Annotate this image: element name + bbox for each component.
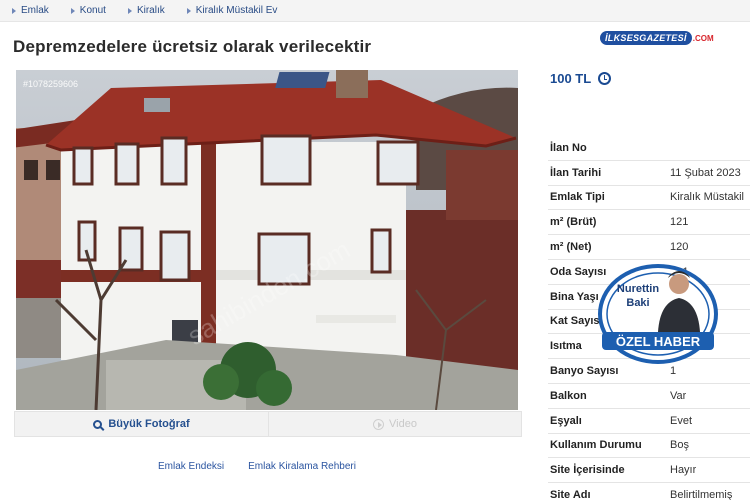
photo-toolbar: Büyük Fotoğraf Video (14, 411, 522, 437)
detail-key: Site İçerisinde (550, 464, 625, 477)
detail-row: m² (Brüt) 121 (548, 210, 750, 236)
breadcrumb-label[interactable]: Kiralık Müstakil Ev (196, 5, 278, 16)
badge-first-name: Nurettin (617, 283, 659, 295)
detail-value: Var (670, 389, 687, 402)
ozel-haber-badge: Nurettin Baki ÖZEL HABER (598, 264, 718, 364)
breadcrumb-label[interactable]: Kiralık (137, 5, 165, 16)
logo-text: İLKSESGAZETESİ (600, 31, 692, 45)
detail-key: İlan Tarihi (550, 166, 602, 179)
detail-row: Emlak Tipi Kiralık Müstakil (548, 186, 750, 211)
detail-row: Eşyalı Evet (548, 409, 750, 434)
caret-right-icon (70, 7, 75, 14)
detail-value: Boş (670, 439, 689, 452)
breadcrumb-item-emlak[interactable]: Emlak (12, 5, 49, 16)
footer-links: Emlak Endeksi Emlak Kiralama Rehberi (158, 461, 380, 472)
detail-value: Kiralık Müstakil (670, 191, 744, 204)
detail-value: Hayır (670, 464, 697, 477)
detail-value: Evet (670, 414, 693, 427)
listing-page: Emlak Konut Kiralık Kiralık Müstakil Ev … (0, 0, 750, 500)
video-button[interactable]: Video (268, 412, 521, 436)
detail-key: Emlak Tipi (550, 191, 605, 204)
caret-right-icon (12, 7, 16, 14)
listing-id: #1078259606 (23, 79, 79, 89)
detail-key: m² (Net) (550, 241, 592, 254)
detail-row: İlan Tarihi 11 Şubat 2023 (548, 161, 750, 186)
badge-label: ÖZEL HABER (616, 334, 701, 349)
detail-key: İlan No (550, 141, 587, 154)
video-label: Video (389, 418, 417, 430)
breadcrumb-label[interactable]: Konut (80, 5, 106, 16)
link-emlak-kiralama-rehberi[interactable]: Emlak Kiralama Rehberi (248, 461, 356, 472)
detail-row: Site Adı Belirtilmemiş (548, 483, 750, 500)
caret-right-icon (186, 7, 191, 14)
breadcrumb-label[interactable]: Emlak (21, 5, 49, 16)
big-photo-label: Büyük Fotoğraf (108, 418, 190, 430)
news-site-logo: İLKSESGAZETESİ .COM (600, 30, 714, 46)
price-history-icon[interactable] (598, 72, 612, 85)
detail-row: Balkon Var (548, 384, 750, 409)
detail-key: Kullanım Durumu (550, 439, 642, 452)
badge-last-name: Baki (626, 297, 649, 309)
listing-photo[interactable]: sahibinden.com #1078259606 (16, 70, 518, 410)
detail-key: Site Adı (550, 489, 591, 500)
detail-value: 11 Şubat 2023 (670, 166, 741, 179)
breadcrumb-item-kiralik-mustakil-ev[interactable]: Kiralık Müstakil Ev (186, 5, 278, 16)
detail-value: Belirtilmemiş (670, 489, 733, 500)
link-emlak-endeksi[interactable]: Emlak Endeksi (158, 461, 224, 472)
detail-row: Kullanım Durumu Boş (548, 434, 750, 459)
detail-key: m² (Brüt) (550, 216, 597, 229)
price-value: 100 TL (550, 71, 592, 86)
listing-title: Depremzedelere ücretsiz olarak verilecek… (13, 37, 372, 56)
big-photo-button[interactable]: Büyük Fotoğraf (15, 412, 268, 436)
magnifier-icon (93, 419, 103, 429)
detail-row: Site İçerisinde Hayır (548, 458, 750, 484)
detail-value: 121 (670, 216, 689, 229)
caret-right-icon (127, 7, 132, 14)
detail-key: Eşyalı (550, 414, 582, 427)
detail-row: İlan No (548, 136, 750, 161)
detail-key: Balkon (550, 389, 587, 402)
logo-tld: .COM (692, 33, 714, 43)
breadcrumb: Emlak Konut Kiralık Kiralık Müstakil Ev (0, 0, 750, 22)
house-photo-illustration: sahibinden.com (16, 70, 518, 410)
breadcrumb-item-kiralik[interactable]: Kiralık (127, 5, 165, 16)
breadcrumb-item-konut[interactable]: Konut (70, 5, 106, 16)
detail-value: 120 (670, 241, 689, 254)
detail-row: m² (Net) 120 (548, 235, 750, 260)
price: 100 TL (550, 71, 612, 86)
play-icon (373, 418, 385, 430)
portrait-head-icon (669, 274, 689, 294)
